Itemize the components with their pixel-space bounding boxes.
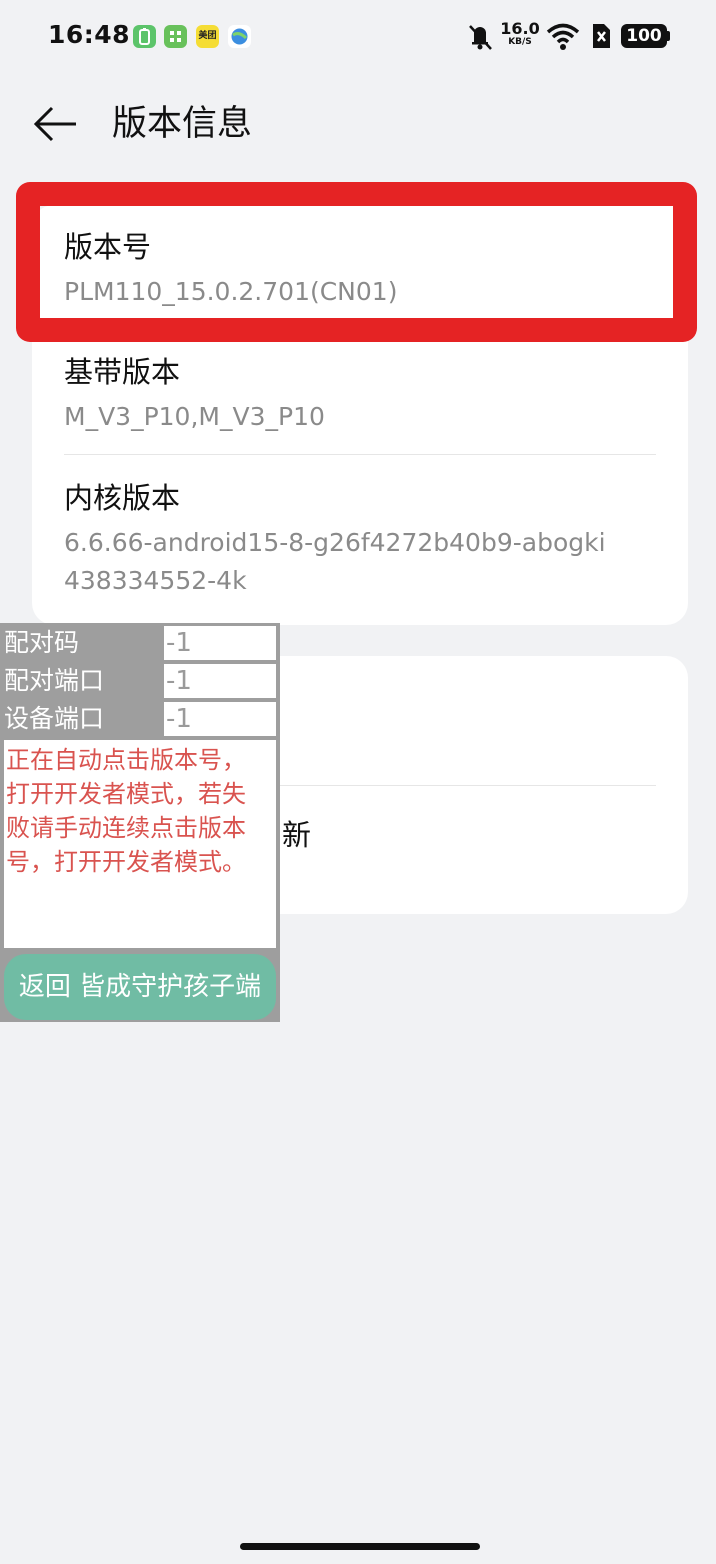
kernel-version-value: 6.6.66-android15-8-g26f4272b40b9-abogki … — [64, 524, 656, 600]
back-button[interactable] — [30, 100, 82, 148]
kernel-version-item[interactable]: 内核版本 6.6.66-android15-8-g26f4272b40b9-ab… — [64, 478, 656, 600]
return-to-child-app-button[interactable]: 返回 皆成守护孩子端 — [4, 954, 276, 1020]
kernel-version-value-line1: 6.6.66-android15-8-g26f4272b40b9-abogki — [64, 528, 606, 557]
status-message-line: 号，打开开发者模式。 — [6, 848, 246, 876]
pairing-code-input[interactable] — [164, 626, 276, 660]
pairing-port-label: 配对端口 — [4, 666, 105, 695]
browser-app-icon — [228, 25, 251, 48]
status-bar: 16:48 美团 16.0 KB/S 100 — [0, 0, 716, 74]
grid-app-icon — [164, 25, 187, 48]
status-message-line: 打开开发者模式，若失 — [6, 780, 246, 808]
battery-level: 100 — [626, 26, 662, 46]
screen: 16:48 美团 16.0 KB/S 100 版本信息 版本号 PLM110_1… — [0, 0, 716, 1564]
home-indicator[interactable] — [240, 1543, 480, 1550]
status-message: 正在自动点击版本号， 打开开发者模式，若失 败请手动连续点击版本 号，打开开发者… — [4, 740, 276, 948]
pairing-port-input[interactable] — [164, 664, 276, 698]
baseband-version-label: 基带版本 — [64, 355, 181, 389]
battery-indicator: 100 — [621, 24, 667, 48]
kernel-version-value-line2: 438334552-4k — [64, 566, 247, 595]
build-number-label: 版本号 — [64, 230, 152, 264]
meituan-app-icon: 美团 — [196, 25, 219, 48]
status-time: 16:48 — [48, 20, 131, 49]
pairing-overlay-panel: 配对码 配对端口 设备端口 正在自动点击版本号， 打开开发者模式，若失 败请手动… — [0, 623, 280, 1022]
speed-value: 16.0 — [500, 19, 540, 38]
kernel-version-label: 内核版本 — [64, 481, 181, 515]
battery-app-icon — [133, 25, 156, 48]
baseband-version-value: M_V3_P10,M_V3_P10 — [64, 402, 325, 431]
status-message-line: 正在自动点击版本号， — [6, 746, 246, 774]
baseband-version-item[interactable]: 基带版本 M_V3_P10,M_V3_P10 — [64, 352, 656, 436]
divider — [64, 454, 656, 455]
no-sim-icon — [593, 24, 610, 48]
device-port-input[interactable] — [164, 702, 276, 736]
wifi-icon — [546, 23, 580, 50]
page-title: 版本信息 — [112, 104, 253, 144]
device-port-label: 设备端口 — [4, 704, 105, 733]
network-speed: 16.0 KB/S — [500, 20, 540, 47]
status-message-line: 败请手动连续点击版本 — [6, 814, 246, 842]
arrow-left-icon — [33, 106, 76, 142]
build-number-value: PLM110_15.0.2.701(CN01) — [64, 277, 398, 306]
speed-unit: KB/S — [508, 37, 532, 47]
divider — [280, 785, 656, 786]
mute-bell-icon — [469, 25, 492, 50]
version-info-card: 版本号 PLM110_15.0.2.701(CN01) 基带版本 M_V3_P1… — [32, 205, 688, 625]
build-number-item[interactable]: 版本号 PLM110_15.0.2.701(CN01) — [64, 227, 656, 311]
pairing-code-label: 配对码 — [4, 628, 80, 657]
battery-tip — [667, 31, 670, 41]
secondary-card-fragment-text[interactable]: 新 — [282, 812, 311, 854]
